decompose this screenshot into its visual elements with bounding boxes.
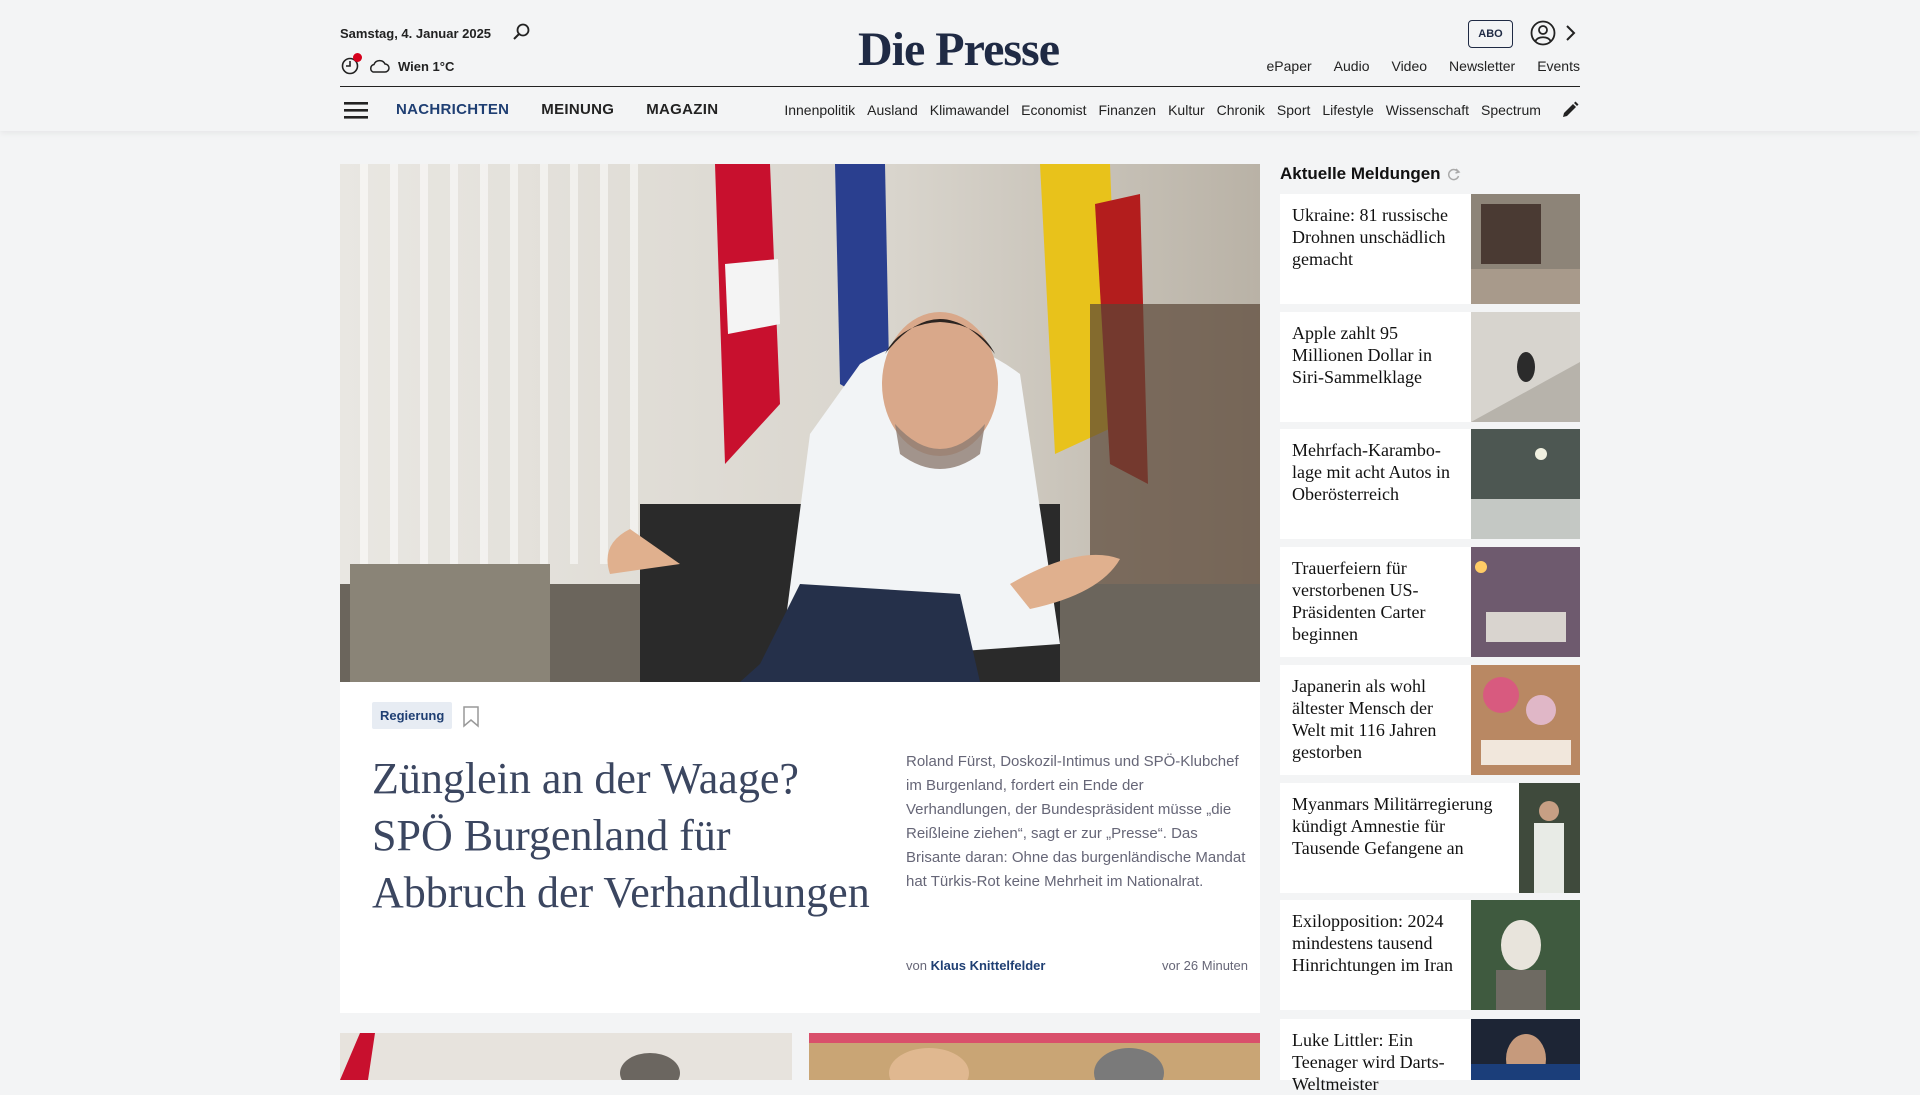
byline: von Klaus Knittelfelder <box>906 958 1045 973</box>
news-item[interactable]: Ukraine: 81 russische Drohnen unschädlic… <box>1280 194 1580 304</box>
article-card-image[interactable] <box>809 1033 1260 1080</box>
nav-nachrichten[interactable]: NACHRICHTEN <box>396 101 509 118</box>
main-sections: NACHRICHTEN MEINUNG MAGAZIN <box>396 101 718 118</box>
news-title: Japanerin als wohl ältester Mensch der W… <box>1292 676 1437 762</box>
news-item[interactable]: Japanerin als wohl ältester Mensch der W… <box>1280 665 1580 775</box>
news-item[interactable]: Myanmars Militärregierung kündigt Amnest… <box>1280 783 1580 893</box>
nav-meinung[interactable]: MEINUNG <box>541 101 614 118</box>
user-icon[interactable] <box>1530 20 1556 46</box>
menu-icon[interactable] <box>344 100 368 120</box>
news-thumbnail <box>1471 194 1580 304</box>
news-item[interactable]: Exilopposition: 2024 mindestens tausend … <box>1280 900 1580 1010</box>
news-item[interactable]: Apple zahlt 95 Millionen Dollar in Siri-… <box>1280 312 1580 422</box>
search-icon[interactable] <box>512 22 532 42</box>
news-thumbnail <box>1471 312 1580 422</box>
nav-wissenschaft[interactable]: Wissenschaft <box>1386 102 1469 118</box>
nav-sport[interactable]: Sport <box>1277 102 1310 118</box>
nav-economist[interactable]: Economist <box>1021 102 1086 118</box>
refresh-icon[interactable] <box>1447 167 1461 181</box>
news-thumbnail <box>1471 900 1580 1010</box>
link-newsletter[interactable]: Newsletter <box>1449 58 1515 74</box>
sub-sections: Innenpolitik Ausland Klimawandel Economi… <box>784 102 1559 118</box>
feature-teaser: Roland Fürst, Doskozil-Intimus und SPÖ-K… <box>906 753 1246 890</box>
feature-image[interactable] <box>340 164 1260 682</box>
link-events[interactable]: Events <box>1537 58 1580 74</box>
notification-dot <box>353 53 362 62</box>
article-card-image[interactable] <box>340 1033 792 1080</box>
nav-lifestyle[interactable]: Lifestyle <box>1322 102 1373 118</box>
news-title: Exilopposition: 2024 mindestens tausend … <box>1292 911 1453 975</box>
nav-kultur[interactable]: Kultur <box>1168 102 1205 118</box>
header-divider <box>340 86 1580 87</box>
weather-text: Wien 1°C <box>398 58 455 74</box>
news-title: Myanmars Militärregierung kündigt Amnest… <box>1292 794 1493 858</box>
news-title: Luke Littler: Ein Teenager wird Darts-We… <box>1292 1030 1445 1094</box>
link-audio[interactable]: Audio <box>1334 58 1370 74</box>
service-links: ePaper Audio Video Newsletter Events <box>1267 58 1580 74</box>
feature-article: Regierung Zünglein an der Waage? SPÖ Bur… <box>340 164 1260 1013</box>
nav-finanzen[interactable]: Finanzen <box>1098 102 1156 118</box>
news-title: Apple zahlt 95 Millionen Dollar in Siri-… <box>1292 323 1432 387</box>
link-epaper[interactable]: ePaper <box>1267 58 1312 74</box>
news-item[interactable]: Mehrfach-Karambo-lage mit acht Autos in … <box>1280 429 1580 539</box>
news-title: Ukraine: 81 russische Drohnen unschädlic… <box>1292 205 1448 269</box>
nav-klimawandel[interactable]: Klimawandel <box>930 102 1009 118</box>
nav-magazin[interactable]: MAGAZIN <box>646 101 718 118</box>
timestamp: vor 26 Minuten <box>1162 958 1248 973</box>
site-header: Samstag, 4. Januar 2025 Wien 1°C Die Pre… <box>0 0 1920 131</box>
clock-icon[interactable] <box>340 53 362 76</box>
weather-widget[interactable]: Wien 1°C <box>340 53 455 76</box>
link-video[interactable]: Video <box>1391 58 1427 74</box>
site-logo[interactable]: Die Presse <box>858 22 1060 77</box>
feature-headline[interactable]: Zünglein an der Waage? SPÖ Burgenland fü… <box>372 750 872 921</box>
news-item[interactable]: Luke Littler: Ein Teenager wird Darts-We… <box>1280 1019 1580 1094</box>
author-link[interactable]: Klaus Knittelfelder <box>931 958 1046 973</box>
nav-chronik[interactable]: Chronik <box>1217 102 1265 118</box>
byline-prefix: von <box>906 958 927 973</box>
news-title: Trauerfeiern für verstorbenen US-Präside… <box>1292 558 1426 644</box>
header-inner: Samstag, 4. Januar 2025 Wien 1°C Die Pre… <box>340 0 1580 131</box>
bookmark-icon[interactable] <box>462 706 480 728</box>
latest-news-label: Aktuelle Meldungen <box>1280 164 1441 183</box>
latest-news-title: Aktuelle Meldungen <box>1280 164 1461 184</box>
abo-button[interactable]: ABO <box>1468 20 1513 48</box>
category-tag[interactable]: Regierung <box>372 702 453 729</box>
cloud-icon <box>370 59 390 73</box>
news-thumbnail <box>1471 429 1580 539</box>
news-thumbnail <box>1471 665 1580 775</box>
current-date: Samstag, 4. Januar 2025 <box>340 26 492 41</box>
news-item[interactable]: Trauerfeiern für verstorbenen US-Präside… <box>1280 547 1580 657</box>
news-title: Mehrfach-Karambo-lage mit acht Autos in … <box>1292 440 1450 504</box>
nav-innenpolitik[interactable]: Innenpolitik <box>784 102 855 118</box>
nav-spectrum[interactable]: Spectrum <box>1481 102 1541 118</box>
news-thumbnail <box>1519 783 1580 893</box>
news-thumbnail <box>1471 547 1580 657</box>
chevron-right-icon[interactable] <box>1564 24 1576 42</box>
nav-ausland[interactable]: Ausland <box>867 102 918 118</box>
pencil-icon[interactable] <box>1560 100 1580 120</box>
main-navigation: NACHRICHTEN MEINUNG MAGAZIN Innenpolitik… <box>340 88 1580 131</box>
news-thumbnail <box>1471 1019 1580 1080</box>
